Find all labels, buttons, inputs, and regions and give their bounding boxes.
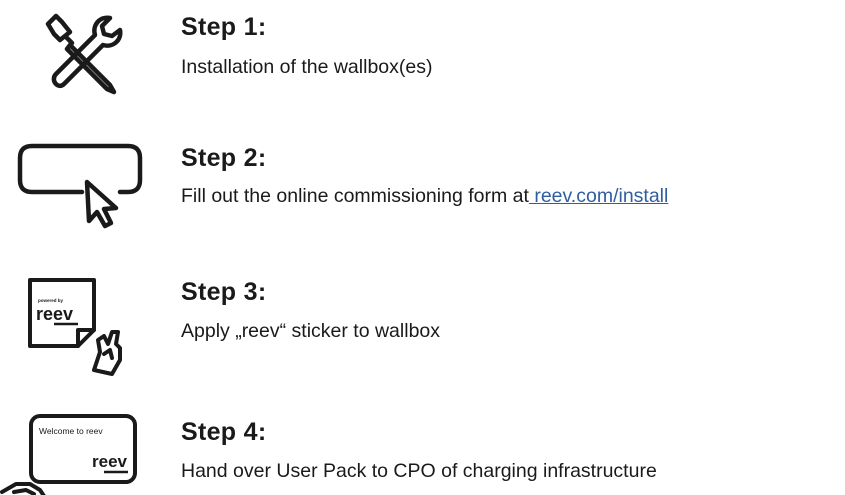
sticker-brand-text: reev [36,304,73,324]
step-4-description: Hand over User Pack to CPO of charging i… [181,460,657,482]
user-pack-welcome-text: Welcome to reev [39,426,103,436]
step-2-description-text: Fill out the online commissioning form a… [181,185,529,207]
step-4-title: Step 4: [181,418,267,446]
step-1-title: Step 1: [181,13,267,41]
sticker-icon: powered by reev [28,278,122,376]
user-pack-brand-text: reev [92,452,128,471]
cursor-field-icon [17,143,143,229]
step-2-title: Step 2: [181,144,267,172]
user-pack-icon: Welcome to reev reev [0,414,137,495]
step-3-title: Step 3: [181,278,267,306]
step-3-description: Apply „reev“ sticker to wallbox [181,320,441,342]
step-1-description: Installation of the wallbox(es) [181,56,433,78]
step-2-description: Fill out the online commissioning form a… [181,185,668,207]
sticker-powered-by-text: powered by [38,298,64,303]
tools-icon [45,13,123,95]
commissioning-link[interactable]: reev.com/install [529,185,668,207]
